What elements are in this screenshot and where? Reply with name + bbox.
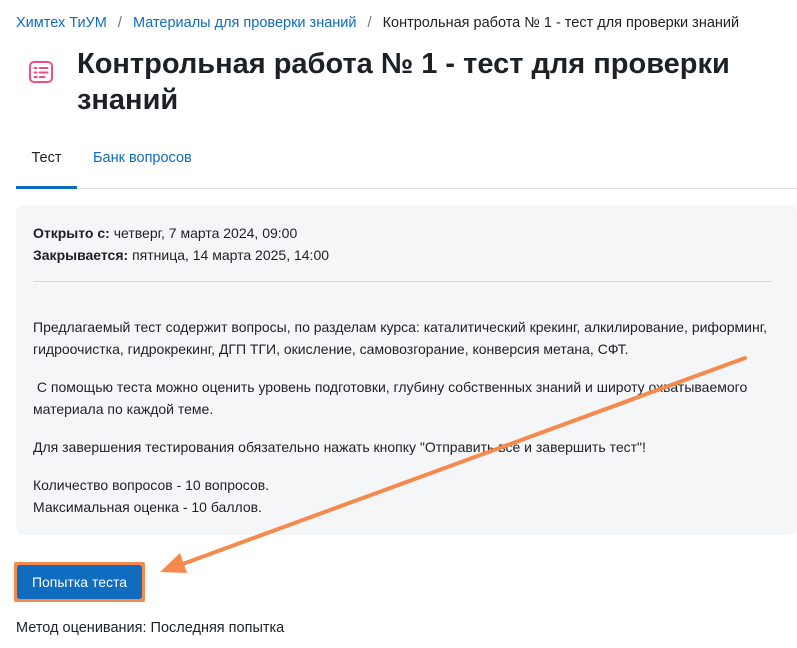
tab-quiz[interactable]: Тест bbox=[16, 140, 77, 189]
close-date-row: Закрывается: пятница, 14 марта 2025, 14:… bbox=[33, 244, 329, 266]
quiz-dates: Открыто с: четверг, 7 марта 2024, 09:00 … bbox=[33, 222, 329, 266]
breadcrumb-separator: / bbox=[367, 15, 372, 31]
tab-bar: Тест Банк вопросов bbox=[16, 140, 797, 189]
description-paragraph: Для завершения тестирования обязательно … bbox=[33, 439, 646, 455]
open-date-label: Открыто с: bbox=[33, 225, 110, 241]
open-date-value: четверг, 7 марта 2024, 09:00 bbox=[113, 225, 298, 241]
close-date-value: пятница, 14 марта 2025, 14:00 bbox=[132, 247, 330, 263]
quiz-info-box: Открыто с: четверг, 7 марта 2024, 09:00 … bbox=[16, 205, 797, 535]
open-date-row: Открыто с: четверг, 7 марта 2024, 09:00 bbox=[33, 222, 329, 244]
description-paragraph: Количество вопросов - 10 вопросов. Макси… bbox=[33, 474, 778, 518]
page-title: Контрольная работа № 1 - тест для провер… bbox=[77, 48, 730, 116]
description-paragraph: Предлагаемый тест содержит вопросы, по р… bbox=[33, 319, 767, 357]
breadcrumb-separator: / bbox=[117, 15, 122, 31]
tab-question-bank[interactable]: Банк вопросов bbox=[93, 140, 192, 186]
attempt-quiz-button-label: Попытка теста bbox=[17, 565, 142, 599]
max-grade: Максимальная оценка - 10 баллов. bbox=[33, 499, 262, 515]
attempt-quiz-button[interactable]: Попытка теста bbox=[14, 562, 145, 602]
breadcrumb-current: Контрольная работа № 1 - тест для провер… bbox=[382, 15, 740, 31]
close-date-label: Закрывается: bbox=[33, 247, 129, 263]
breadcrumb: Химтех ТиУМ / Материалы для проверки зна… bbox=[16, 13, 739, 33]
quiz-icon bbox=[29, 61, 53, 83]
grading-method: Метод оценивания: Последняя попытка bbox=[16, 620, 285, 636]
question-count: Количество вопросов - 10 вопросов. bbox=[33, 477, 270, 493]
description-paragraph: С помощью теста можно оценить уровень по… bbox=[33, 379, 752, 417]
breadcrumb-link-section[interactable]: Материалы для проверки знаний bbox=[133, 15, 357, 31]
page-header: Контрольная работа № 1 - тест для провер… bbox=[24, 46, 777, 118]
divider bbox=[33, 281, 772, 282]
quiz-description: Предлагаемый тест содержит вопросы, по р… bbox=[33, 316, 778, 534]
breadcrumb-link-course[interactable]: Химтех ТиУМ bbox=[16, 15, 107, 31]
